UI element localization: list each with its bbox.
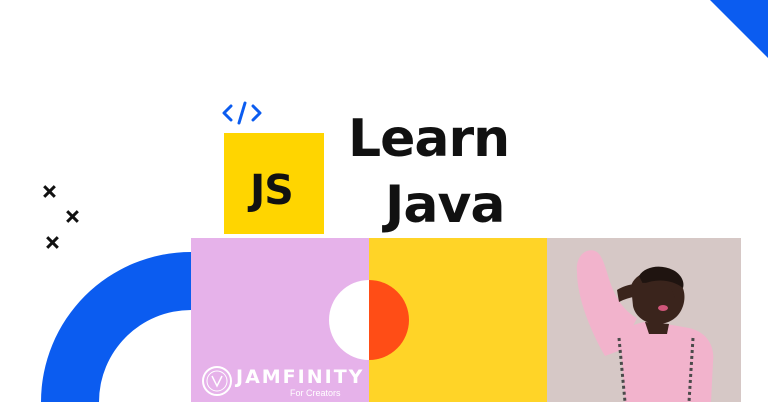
logo-tagline: For Creators — [290, 388, 341, 398]
close-icon — [43, 185, 56, 198]
title-line-1: Learn — [348, 109, 510, 169]
code-icon — [222, 100, 262, 126]
js-badge-label: JS — [250, 166, 294, 214]
banner: JS Learn Java JAMFINITY For Creators — [0, 0, 768, 402]
logo-name: JAMFINITY — [236, 366, 365, 388]
person-photo — [547, 238, 741, 402]
title-line-2: Java — [385, 175, 505, 235]
logo-badge-icon — [202, 366, 232, 396]
close-icon — [46, 236, 59, 249]
jamfinity-logo: JAMFINITY For Creators — [200, 364, 370, 402]
close-icon — [66, 210, 79, 223]
person-illustration — [547, 238, 741, 402]
